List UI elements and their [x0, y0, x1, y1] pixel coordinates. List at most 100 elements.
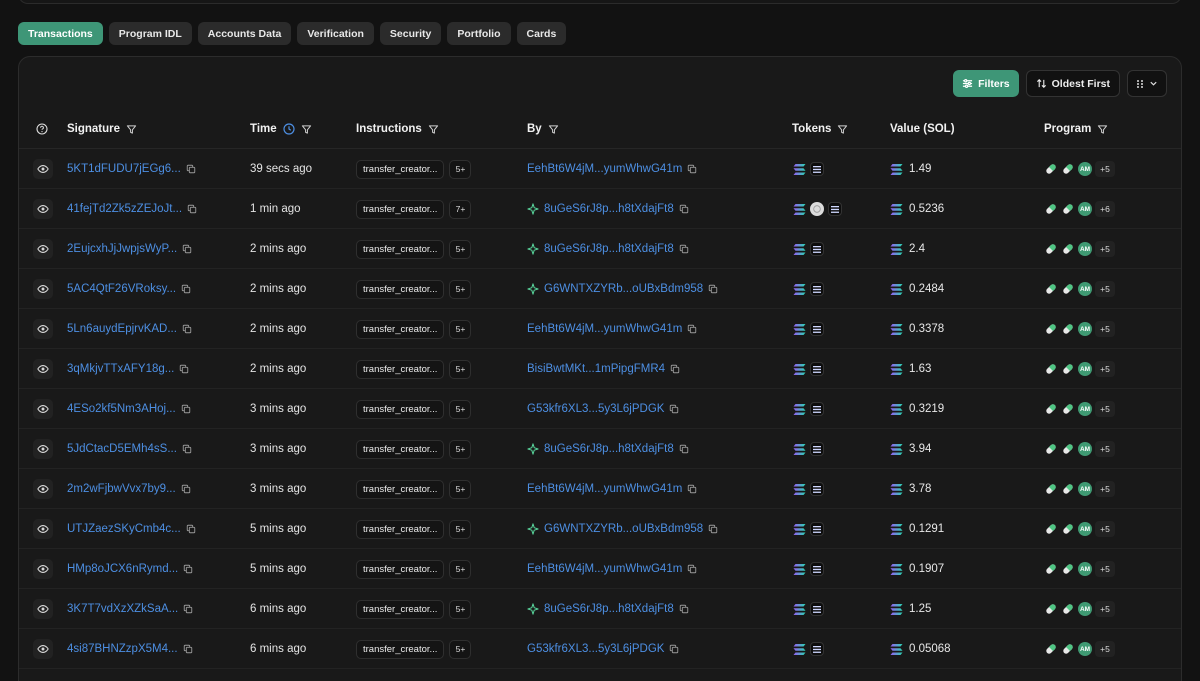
- token-icon[interactable]: [810, 362, 824, 376]
- table-row[interactable]: 3K7T7vdXzXZkSaA... 6 mins ago transfer_cre…: [19, 589, 1181, 629]
- program-more-badge[interactable]: +5: [1095, 561, 1115, 577]
- token-icon[interactable]: [810, 282, 824, 296]
- solana-token-icon[interactable]: [792, 162, 806, 176]
- instruction-badge[interactable]: transfer_creator...: [356, 239, 445, 259]
- filter-icon[interactable]: [428, 124, 439, 135]
- instructions-more-badge[interactable]: 5+: [449, 279, 472, 299]
- signer-address-link[interactable]: EehBt6W4jM...yumWhwG41m: [527, 483, 682, 495]
- instructions-more-badge[interactable]: 5+: [449, 439, 472, 459]
- pill-program-icon[interactable]: [1044, 642, 1058, 656]
- program-more-badge[interactable]: +5: [1095, 481, 1115, 497]
- pill-program-icon[interactable]: [1061, 562, 1075, 576]
- instructions-more-badge[interactable]: 5+: [449, 159, 472, 179]
- instructions-more-badge[interactable]: 7+: [449, 199, 472, 219]
- instructions-more-badge[interactable]: 5+: [449, 639, 472, 659]
- copy-icon[interactable]: [182, 324, 192, 334]
- copy-icon[interactable]: [183, 604, 193, 614]
- am-program-icon[interactable]: AM: [1078, 322, 1092, 336]
- copy-icon[interactable]: [187, 204, 197, 214]
- token-icon[interactable]: [810, 162, 824, 176]
- signature-link[interactable]: UTJZaezSKyCmb4c...: [67, 523, 181, 535]
- view-transaction-button[interactable]: [33, 479, 53, 499]
- program-more-badge[interactable]: +5: [1095, 321, 1115, 337]
- table-row[interactable]: 4ESo2kf5Nm3AHoj... 3 mins ago transfer_cre…: [19, 389, 1181, 429]
- pill-program-icon[interactable]: [1044, 162, 1058, 176]
- filter-icon[interactable]: [1097, 124, 1108, 135]
- instructions-more-badge[interactable]: 5+: [449, 359, 472, 379]
- program-more-badge[interactable]: +5: [1095, 361, 1115, 377]
- table-row[interactable]: 2EujcxhJjJwpjsWyP... 2 mins ago transfer_c…: [19, 229, 1181, 269]
- signer-address-link[interactable]: G6WNTXZYRb...oUBxBdm958: [544, 523, 703, 535]
- am-program-icon[interactable]: AM: [1078, 642, 1092, 656]
- columns-menu-button[interactable]: [1127, 70, 1167, 97]
- signature-link[interactable]: 3K7T7vdXzXZkSaA...: [67, 603, 178, 615]
- am-program-icon[interactable]: AM: [1078, 482, 1092, 496]
- solana-token-icon[interactable]: [792, 322, 806, 336]
- pill-program-icon[interactable]: [1061, 402, 1075, 416]
- view-transaction-button[interactable]: [33, 279, 53, 299]
- signature-link[interactable]: 5KT1dFUDU7jEGg6...: [67, 163, 181, 175]
- pill-program-icon[interactable]: [1044, 442, 1058, 456]
- instruction-badge[interactable]: transfer_creator...: [356, 359, 445, 379]
- solana-token-icon[interactable]: [792, 282, 806, 296]
- tab-accounts-data[interactable]: Accounts Data: [197, 22, 292, 45]
- copy-icon[interactable]: [186, 524, 196, 534]
- signature-link[interactable]: 5JdCtacD5EMh4sS...: [67, 443, 177, 455]
- signature-link[interactable]: 5AC4QtF26VRoksy...: [67, 283, 176, 295]
- pill-program-icon[interactable]: [1061, 602, 1075, 616]
- signature-link[interactable]: 5Ln6auydEpjrvKAD...: [67, 323, 177, 335]
- signature-link[interactable]: 4si87BHNZzpX5M4...: [67, 643, 178, 655]
- am-program-icon[interactable]: AM: [1078, 522, 1092, 536]
- copy-icon[interactable]: [669, 404, 679, 414]
- copy-icon[interactable]: [181, 404, 191, 414]
- signature-link[interactable]: HMp8oJCX6nRymd...: [67, 563, 178, 575]
- view-transaction-button[interactable]: [33, 199, 53, 219]
- tab-portfolio[interactable]: Portfolio: [447, 22, 511, 45]
- tab-program-idl[interactable]: Program IDL: [108, 22, 192, 45]
- table-row[interactable]: UTJZaezSKyCmb4c... 5 mins ago transfer_cre…: [19, 509, 1181, 549]
- view-transaction-button[interactable]: [33, 319, 53, 339]
- signature-link[interactable]: 2m2wFjbwVvx7by9...: [67, 483, 176, 495]
- instructions-more-badge[interactable]: 5+: [449, 599, 472, 619]
- view-transaction-button[interactable]: [33, 399, 53, 419]
- pill-program-icon[interactable]: [1044, 402, 1058, 416]
- tab-transactions[interactable]: Transactions: [18, 22, 103, 45]
- token-icon[interactable]: [810, 602, 824, 616]
- pill-program-icon[interactable]: [1061, 442, 1075, 456]
- pill-program-icon[interactable]: [1061, 362, 1075, 376]
- signature-link[interactable]: 2EujcxhJjJwpjsWyP...: [67, 243, 177, 255]
- am-program-icon[interactable]: AM: [1078, 562, 1092, 576]
- program-more-badge[interactable]: +5: [1095, 441, 1115, 457]
- copy-icon[interactable]: [708, 524, 718, 534]
- pill-program-icon[interactable]: [1044, 602, 1058, 616]
- signer-address-link[interactable]: EehBt6W4jM...yumWhwG41m: [527, 163, 682, 175]
- copy-icon[interactable]: [679, 604, 689, 614]
- tab-verification[interactable]: Verification: [297, 22, 374, 45]
- program-more-badge[interactable]: +5: [1095, 641, 1115, 657]
- pill-program-icon[interactable]: [1061, 642, 1075, 656]
- pill-program-icon[interactable]: [1044, 322, 1058, 336]
- table-row[interactable]: 5JdCtacD5EMh4sS... 3 mins ago transfer_cre…: [19, 429, 1181, 469]
- instruction-badge[interactable]: transfer_creator...: [356, 559, 445, 579]
- pill-program-icon[interactable]: [1061, 202, 1075, 216]
- program-more-badge[interactable]: +5: [1095, 281, 1115, 297]
- pill-program-icon[interactable]: [1061, 242, 1075, 256]
- instructions-more-badge[interactable]: 5+: [449, 319, 472, 339]
- copy-icon[interactable]: [186, 164, 196, 174]
- view-transaction-button[interactable]: [33, 639, 53, 659]
- table-row[interactable]: 2m2wFjbwVvx7by9... 3 mins ago transfer_cre…: [19, 469, 1181, 509]
- view-transaction-button[interactable]: [33, 439, 53, 459]
- signer-address-link[interactable]: EehBt6W4jM...yumWhwG41m: [527, 323, 682, 335]
- table-row[interactable]: 3qMkjvTTxAFY18g... 2 mins ago transfer_cre…: [19, 349, 1181, 389]
- view-transaction-button[interactable]: [33, 519, 53, 539]
- copy-icon[interactable]: [669, 644, 679, 654]
- usdc-token-icon[interactable]: [810, 202, 824, 216]
- tab-cards[interactable]: Cards: [516, 22, 567, 45]
- help-icon[interactable]: [36, 109, 48, 149]
- instructions-more-badge[interactable]: 5+: [449, 519, 472, 539]
- pill-program-icon[interactable]: [1044, 562, 1058, 576]
- signer-address-link[interactable]: G6WNTXZYRb...oUBxBdm958: [544, 283, 703, 295]
- signer-address-link[interactable]: G53kfr6XL3...5y3L6jPDGK: [527, 403, 664, 415]
- instruction-badge[interactable]: transfer_creator...: [356, 319, 445, 339]
- token-icon[interactable]: [810, 562, 824, 576]
